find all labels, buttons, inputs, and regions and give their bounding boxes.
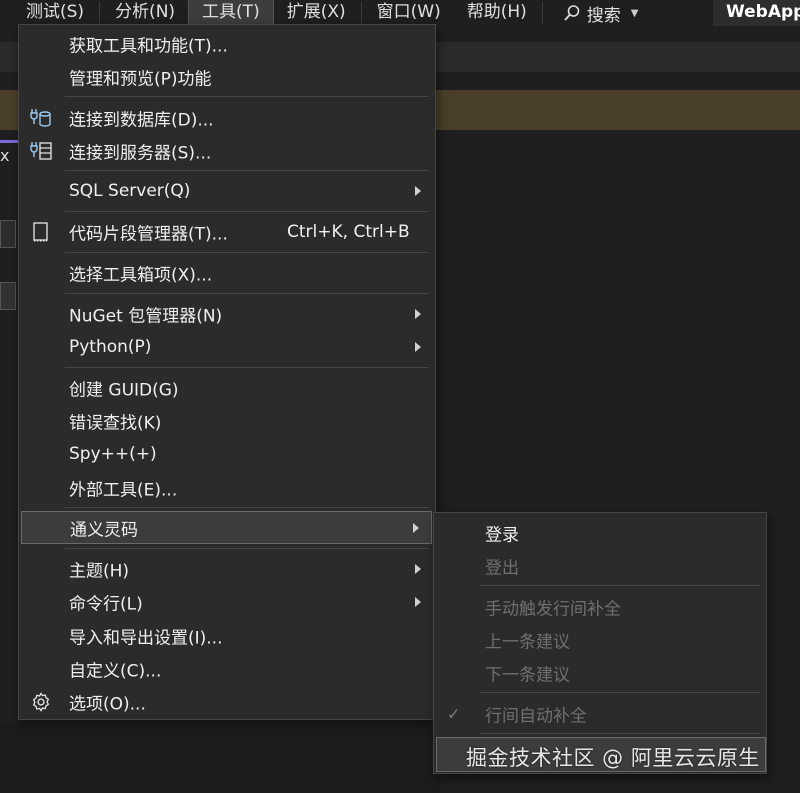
submenu-item-auto-complete: ✓ 行间自动补全 [436, 697, 764, 730]
menu-item-label: 连接到服务器(S)... [69, 143, 212, 163]
submenu-item-label: 下一条建议 [485, 665, 570, 685]
submenu-arrow-icon [415, 596, 421, 607]
menu-item-label: 获取工具和功能(T)... [69, 36, 228, 56]
menu-item-customize[interactable]: 自定义(C)... [21, 652, 433, 685]
menu-item-label: 命令行(L) [69, 594, 143, 614]
submenu-item-label: 登出 [485, 558, 519, 578]
gear-icon [29, 690, 53, 714]
menu-item-create-guid[interactable]: 创建 GUID(G) [21, 371, 433, 404]
menu-item-snippets[interactable]: 代码片段管理器(T)... Ctrl+K, Ctrl+B [21, 215, 433, 248]
menu-separator [65, 507, 429, 508]
menu-item-label: 选项(O)... [69, 694, 146, 714]
menu-item-label: 外部工具(E)... [69, 480, 178, 500]
menu-item-label: 创建 GUID(G) [69, 380, 179, 400]
search-box[interactable]: 搜索 ▼ [545, 1, 653, 26]
submenu-item-label: 手动触发行间补全 [485, 599, 621, 619]
submenu-arrow-icon [415, 308, 421, 319]
menu-separator [480, 585, 760, 586]
menu-separator [480, 692, 760, 693]
background-input[interactable] [0, 282, 16, 310]
menu-help[interactable]: 帮助(H) [454, 0, 540, 26]
menu-item-label: 导入和导出设置(I)... [69, 628, 223, 648]
submenu-arrow-icon [415, 341, 421, 352]
menu-test[interactable]: 测试(S) [0, 0, 97, 26]
menu-separator [65, 548, 429, 549]
search-icon [564, 5, 580, 21]
submenu-item-label: 登录 [485, 525, 519, 545]
menu-item-tongyi[interactable]: 通义灵码 [21, 511, 432, 544]
submenu-arrow-icon [415, 185, 421, 196]
submenu-item-manual-trigger: 手动触发行间补全 [436, 590, 764, 623]
menu-item-label: 主题(H) [69, 561, 130, 581]
menu-item-manage-preview[interactable]: 管理和预览(P)功能 [21, 60, 433, 93]
background-editor-area [0, 722, 440, 793]
menu-item-label: 错误查找(K) [69, 413, 162, 433]
menu-item-python[interactable]: Python(P) [21, 330, 433, 363]
background-dropdown[interactable] [0, 220, 16, 248]
menu-separator [360, 2, 362, 24]
menu-item-label: 自定义(C)... [69, 661, 162, 681]
menu-item-label: Spy++(+) [69, 443, 157, 464]
submenu-arrow-icon [415, 563, 421, 574]
chevron-down-icon: ▼ [630, 7, 639, 19]
menu-separator [65, 367, 429, 368]
menu-item-nuget[interactable]: NuGet 包管理器(N) [21, 297, 433, 330]
menu-analyze[interactable]: 分析(N) [102, 0, 188, 26]
submenu-item-logout: 登出 [436, 549, 764, 582]
menu-item-label: NuGet 包管理器(N) [69, 306, 223, 326]
menu-item-error-lookup[interactable]: 错误查找(K) [21, 404, 433, 437]
menu-item-label: Python(P) [69, 336, 152, 357]
menu-item-options[interactable]: 选项(O)... [21, 685, 433, 718]
menu-separator [65, 211, 429, 212]
menu-item-command-line[interactable]: 命令行(L) [21, 585, 433, 618]
menu-item-label: 选择工具箱项(X)... [69, 265, 213, 285]
tongyi-submenu: 登录 登出 手动触发行间补全 上一条建议 下一条建议 ✓ 行间自动补全 [433, 512, 767, 774]
snippet-icon [29, 220, 53, 244]
menu-item-label: SQL Server(Q) [69, 180, 191, 201]
submenu-item-prev-suggestion: 上一条建议 [436, 623, 764, 656]
database-plug-icon [29, 106, 53, 130]
project-title[interactable]: WebApp [713, 0, 800, 26]
menu-separator [65, 293, 429, 294]
menu-separator [65, 252, 429, 253]
checkmark-icon: ✓ [447, 704, 461, 723]
submenu-item-label: 行间自动补全 [485, 706, 587, 726]
search-label: 搜索 [586, 5, 621, 26]
menu-item-spy[interactable]: Spy++(+) [21, 437, 433, 470]
menu-extensions[interactable]: 扩展(X) [274, 0, 359, 26]
menu-separator [65, 96, 429, 97]
menu-item-import-export[interactable]: 导入和导出设置(I)... [21, 619, 433, 652]
menu-separator [480, 733, 760, 734]
menu-item-shortcut: Ctrl+K, Ctrl+B [287, 221, 410, 242]
submenu-arrow-icon [413, 522, 419, 533]
background-tab-indicator [0, 140, 18, 143]
submenu-item-label: 上一条建议 [485, 632, 570, 652]
menu-item-theme[interactable]: 主题(H) [21, 552, 433, 585]
menu-item-label: 代码片段管理器(T)... [69, 224, 228, 244]
watermark: 掘金技术社区 @ 阿里云云原生 [466, 746, 760, 770]
submenu-item-next-suggestion: 下一条建议 [436, 656, 764, 689]
menu-item-connect-server[interactable]: 连接到服务器(S)... [21, 134, 433, 167]
submenu-item-login[interactable]: 登录 [436, 516, 764, 549]
menu-tools[interactable]: 工具(T) [188, 0, 274, 26]
menu-item-label: 通义灵码 [70, 520, 138, 540]
server-plug-icon [29, 139, 53, 163]
menu-bar: 测试(S) 分析(N) 工具(T) 扩展(X) 窗口(W) 帮助(H) 搜索 ▼ [0, 0, 800, 26]
menu-separator [541, 2, 543, 24]
menu-item-connect-db[interactable]: 连接到数据库(D)... [21, 101, 433, 134]
menu-item-sql-server[interactable]: SQL Server(Q) [21, 174, 433, 207]
menu-item-choose-toolbox[interactable]: 选择工具箱项(X)... [21, 256, 433, 289]
menu-item-external-tools[interactable]: 外部工具(E)... [21, 471, 433, 504]
menu-separator [65, 170, 429, 171]
background-close-icon[interactable]: x [0, 146, 14, 165]
menu-item-get-tools[interactable]: 获取工具和功能(T)... [21, 27, 433, 60]
menu-item-label: 连接到数据库(D)... [69, 110, 214, 130]
menu-item-label: 管理和预览(P)功能 [69, 69, 212, 89]
tools-menu: 获取工具和功能(T)... 管理和预览(P)功能 连接到数据库(D)... 连接… [18, 24, 436, 720]
menu-window[interactable]: 窗口(W) [364, 0, 454, 26]
menu-separator [99, 2, 101, 24]
